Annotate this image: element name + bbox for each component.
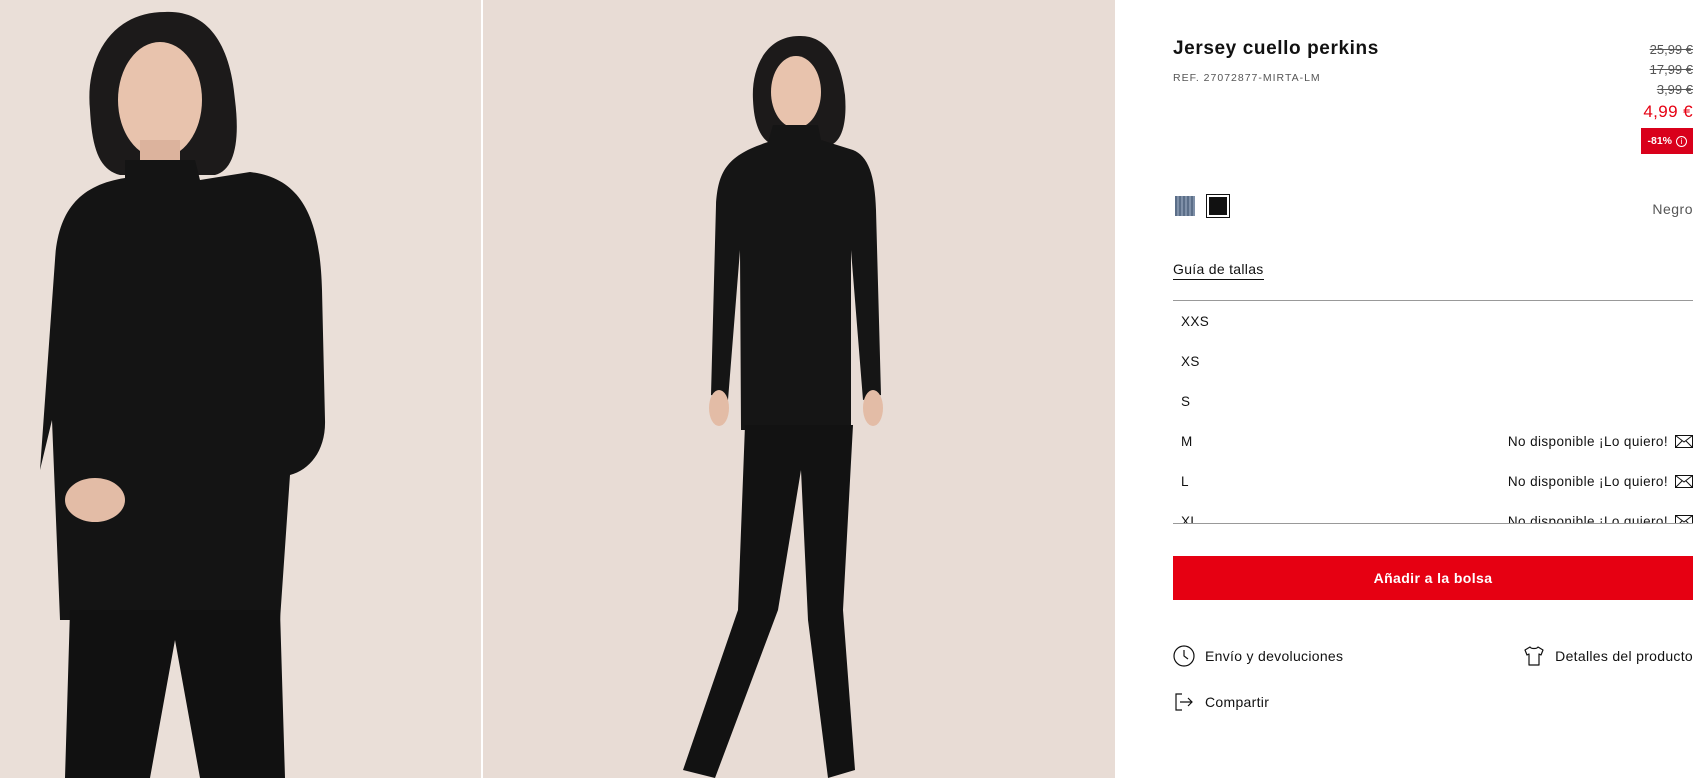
old-price-3: 3,99 € (1656, 82, 1693, 97)
share-link[interactable]: Compartir (1173, 691, 1269, 713)
size-guide-link[interactable]: Guía de tallas (1173, 261, 1264, 280)
current-price: 4,99 € (1643, 102, 1693, 121)
size-status-text: No disponible ¡Lo quiero! (1507, 433, 1668, 449)
product-ref: REF. 27072877-MIRTA-LM (1173, 72, 1321, 84)
color-swatch-black-selected[interactable] (1206, 194, 1230, 218)
product-details-link[interactable]: Detalles del producto (1523, 645, 1693, 667)
size-option-xs[interactable]: XS (1173, 341, 1693, 381)
size-label: XXS (1181, 313, 1210, 329)
color-swatch-blue[interactable] (1175, 196, 1195, 216)
size-label: L (1181, 473, 1189, 489)
share-icon (1175, 693, 1193, 711)
product-title: Jersey cuello perkins (1173, 38, 1379, 59)
size-option-m[interactable]: M No disponible ¡Lo quiero! (1173, 421, 1693, 461)
shipping-returns-label: Envío y devoluciones (1205, 648, 1344, 664)
price-block: 25,99 € 17,99 € 3,99 € 4,99 € -81% i (1641, 40, 1693, 154)
share-label: Compartir (1205, 694, 1270, 710)
tshirt-icon (1524, 646, 1544, 666)
color-swatches (1175, 194, 1230, 218)
size-label: M (1181, 433, 1193, 449)
discount-badge[interactable]: -81% i (1641, 128, 1693, 154)
size-unavailable-notify[interactable]: No disponible ¡Lo quiero! (1508, 434, 1693, 449)
size-unavailable-notify[interactable]: No disponible ¡Lo quiero! (1508, 474, 1693, 489)
product-gallery (0, 0, 1115, 778)
product-photo-closeup[interactable] (0, 0, 481, 778)
clock-icon (1173, 645, 1195, 667)
size-label: S (1181, 393, 1191, 409)
size-label: XS (1181, 353, 1200, 369)
discount-label: -81% (1647, 135, 1672, 147)
old-price-2: 17,99 € (1649, 62, 1693, 77)
size-option-l[interactable]: L No disponible ¡Lo quiero! (1173, 461, 1693, 501)
envelope-icon (1675, 474, 1693, 488)
size-label: XL (1181, 513, 1199, 524)
model-fullbody-illustration (483, 0, 1115, 778)
add-to-bag-button[interactable]: Añadir a la bolsa (1173, 556, 1693, 600)
product-details-label: Detalles del producto (1555, 648, 1693, 664)
size-option-xl[interactable]: XL No disponible ¡Lo quiero! (1173, 501, 1693, 524)
size-status-text: No disponible ¡Lo quiero! (1507, 473, 1668, 489)
envelope-icon (1675, 514, 1693, 523)
size-unavailable-notify[interactable]: No disponible ¡Lo quiero! (1507, 513, 1693, 524)
model-closeup-illustration (0, 0, 481, 778)
product-panel: Jersey cuello perkins REF. 27072877-MIRT… (1173, 0, 1693, 778)
old-price-1: 25,99 € (1649, 42, 1693, 57)
shipping-returns-link[interactable]: Envío y devoluciones (1173, 645, 1343, 667)
info-icon[interactable]: i (1676, 135, 1687, 147)
size-option-s[interactable]: S (1173, 381, 1693, 421)
size-option-xxs[interactable]: XXS (1173, 301, 1693, 341)
size-list[interactable]: XXS XS S M No disponible ¡Lo quiero! L N… (1173, 300, 1693, 524)
color-swatch-black (1209, 197, 1227, 215)
envelope-icon (1675, 434, 1693, 448)
selected-color-name: Negro (1652, 201, 1693, 217)
product-photo-fullbody[interactable] (483, 0, 1115, 778)
size-status-text: No disponible ¡Lo quiero! (1507, 513, 1668, 524)
